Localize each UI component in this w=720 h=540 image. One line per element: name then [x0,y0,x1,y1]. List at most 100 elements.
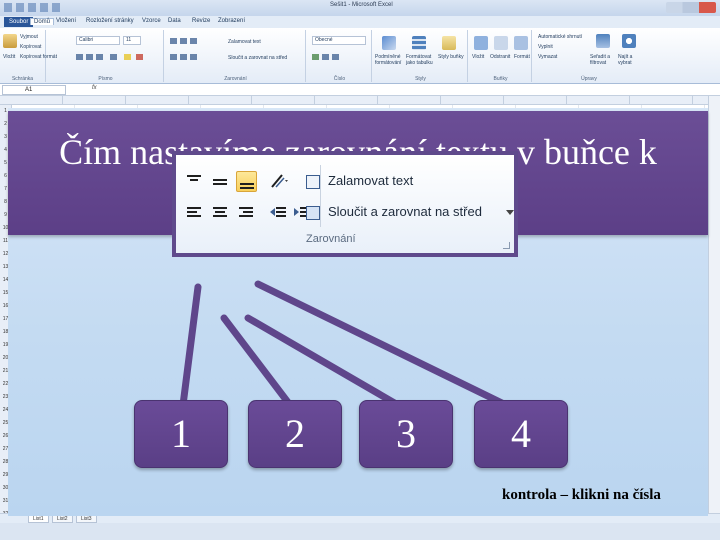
fx-icon[interactable]: fx [92,85,97,91]
align-top-icon [184,171,205,192]
conditional-formatting-icon[interactable] [382,36,396,50]
fill-button[interactable]: Vyplnit [538,44,553,50]
ribbon-group-number: Obecné Číslo [308,30,372,82]
align-right-icon[interactable] [190,54,197,60]
sheet-tab-2[interactable]: List2 [52,515,73,523]
format-button[interactable]: Formát [514,54,530,60]
ribbon-group-label: Písmo [98,76,113,82]
paste-icon[interactable] [3,34,17,48]
check-instruction: kontrola – klikni na čísla [502,487,661,503]
tab-formulas[interactable]: Vzorce [142,18,161,24]
sort-filter-button[interactable]: Seřadit a filtrovat [590,54,616,66]
align-middle-icon [210,171,231,192]
tab-page-layout[interactable]: Rozložení stránky [86,18,134,24]
insert-cells-button[interactable]: Vložit [472,54,484,60]
italic-icon[interactable] [86,54,93,60]
align-center-icon[interactable] [180,54,187,60]
ribbon: Vložit Vyjmout Kopírovat Kopírovat formá… [0,28,720,84]
align-left-icon [184,202,205,223]
answer-button-4[interactable]: 4 [474,400,568,468]
ribbon-group-label: Úpravy [581,76,597,82]
borders-icon[interactable] [110,54,117,60]
status-bar [0,523,720,540]
ribbon-group-alignment: Zalamovat text Sloučit a zarovnat na stř… [166,30,306,82]
align-bottom-icon[interactable] [190,38,197,44]
copy-button[interactable]: Kopírovat [20,44,41,50]
column-headers [0,96,720,105]
insert-cells-icon[interactable] [474,36,488,50]
sheet-tab-3[interactable]: List3 [76,515,97,523]
ribbon-group-label: Buňky [493,76,508,82]
conditional-formatting-button[interactable]: Podmíněné formátování [375,54,405,66]
window-title: Sešit1 - Microsoft Excel [330,2,393,8]
tab-insert[interactable]: Vložení [56,18,76,24]
ribbon-group-font: Calibri 11 Písmo [48,30,164,82]
ribbon-group-cells: Vložit Odstranit Formát Buňky [470,30,532,82]
format-table-icon[interactable] [412,36,426,50]
decrease-indent-icon [268,202,289,223]
delete-cells-icon[interactable] [494,36,508,50]
cell-styles-icon[interactable] [442,36,456,50]
group-label-alignment: Zarovnání [306,233,356,245]
chevron-down-icon [506,210,514,215]
comma-icon[interactable] [332,54,339,60]
answer-button-3[interactable]: 3 [359,400,453,468]
answer-button-1[interactable]: 1 [134,400,228,468]
merge-center-icon [306,206,320,220]
align-top-icon[interactable] [170,38,177,44]
font-name-select[interactable]: Calibri [76,36,120,45]
font-size-select[interactable]: 11 [123,36,141,45]
percent-icon[interactable] [322,54,329,60]
answer-button-2[interactable]: 2 [248,400,342,468]
window-controls[interactable] [666,2,716,13]
group-separator [320,165,321,227]
name-box[interactable]: A1 [2,85,66,95]
format-as-table-button[interactable]: Formátovat jako tabulku [406,54,436,66]
fill-color-icon[interactable] [124,54,131,60]
ribbon-group-label: Schránka [11,76,34,82]
find-icon[interactable] [622,34,636,48]
tab-review[interactable]: Revize [192,18,210,24]
font-color-icon[interactable] [136,54,143,60]
tab-data[interactable]: Data [168,18,181,24]
clear-button[interactable]: Vymazat [538,54,557,60]
sheet-tab-1[interactable]: List1 [28,515,49,523]
cell-styles-button[interactable]: Styly buňky [438,54,466,60]
zoomed-alignment-group: Zalamovat text Sloučit a zarovnat na stř… [172,151,518,257]
format-cells-icon[interactable] [514,36,528,50]
delete-cells-button[interactable]: Odstranit [490,54,510,60]
alignment-group-panel: Zalamovat text Sloučit a zarovnat na stř… [176,155,514,253]
align-right-icon [236,202,257,223]
ribbon-group-label: Zarovnání [224,76,247,82]
align-middle-icon[interactable] [180,38,187,44]
ribbon-group-clipboard: Vložit Vyjmout Kopírovat Kopírovat formá… [0,30,57,82]
merge-center-button[interactable]: Sloučit a zarovnat na střed [228,55,287,61]
ribbon-group-label: Styly [415,76,426,82]
quick-access-toolbar[interactable] [4,3,64,12]
ribbon-group-label: Číslo [333,76,346,82]
tab-view[interactable]: Zobrazení [218,18,245,24]
bold-icon[interactable] [76,54,83,60]
tab-file[interactable]: Soubor [4,17,34,27]
sort-filter-icon[interactable] [596,34,610,48]
find-select-button[interactable]: Najít a vybrat [618,54,644,66]
wrap-text-button[interactable]: Zalamovat text [228,39,261,45]
wrap-text-label: Zalamovat text [328,173,414,188]
tab-home[interactable]: Domů [30,18,55,25]
dialog-launcher-icon [503,242,510,249]
vertical-scrollbar[interactable] [708,96,720,513]
currency-icon[interactable] [312,54,319,60]
paste-button[interactable]: Vložit [3,54,15,60]
merge-center-label: Sloučit a zarovnat na střed [328,204,482,219]
cut-button[interactable]: Vyjmout [20,34,38,40]
align-left-icon[interactable] [170,54,177,60]
orientation-icon [268,171,289,192]
underline-icon[interactable] [96,54,103,60]
ribbon-group-editing: Automatické shrnutí Vyplnit Vymazat Seřa… [534,30,644,82]
autosum-button[interactable]: Automatické shrnutí [538,34,582,40]
title-bar: Sešit1 - Microsoft Excel [0,0,720,16]
align-center-icon [210,202,231,223]
number-format-select[interactable]: Obecné [312,36,366,45]
ribbon-group-styles: Podmíněné formátování Formátovat jako ta… [374,30,468,82]
align-bottom-icon [236,171,257,192]
